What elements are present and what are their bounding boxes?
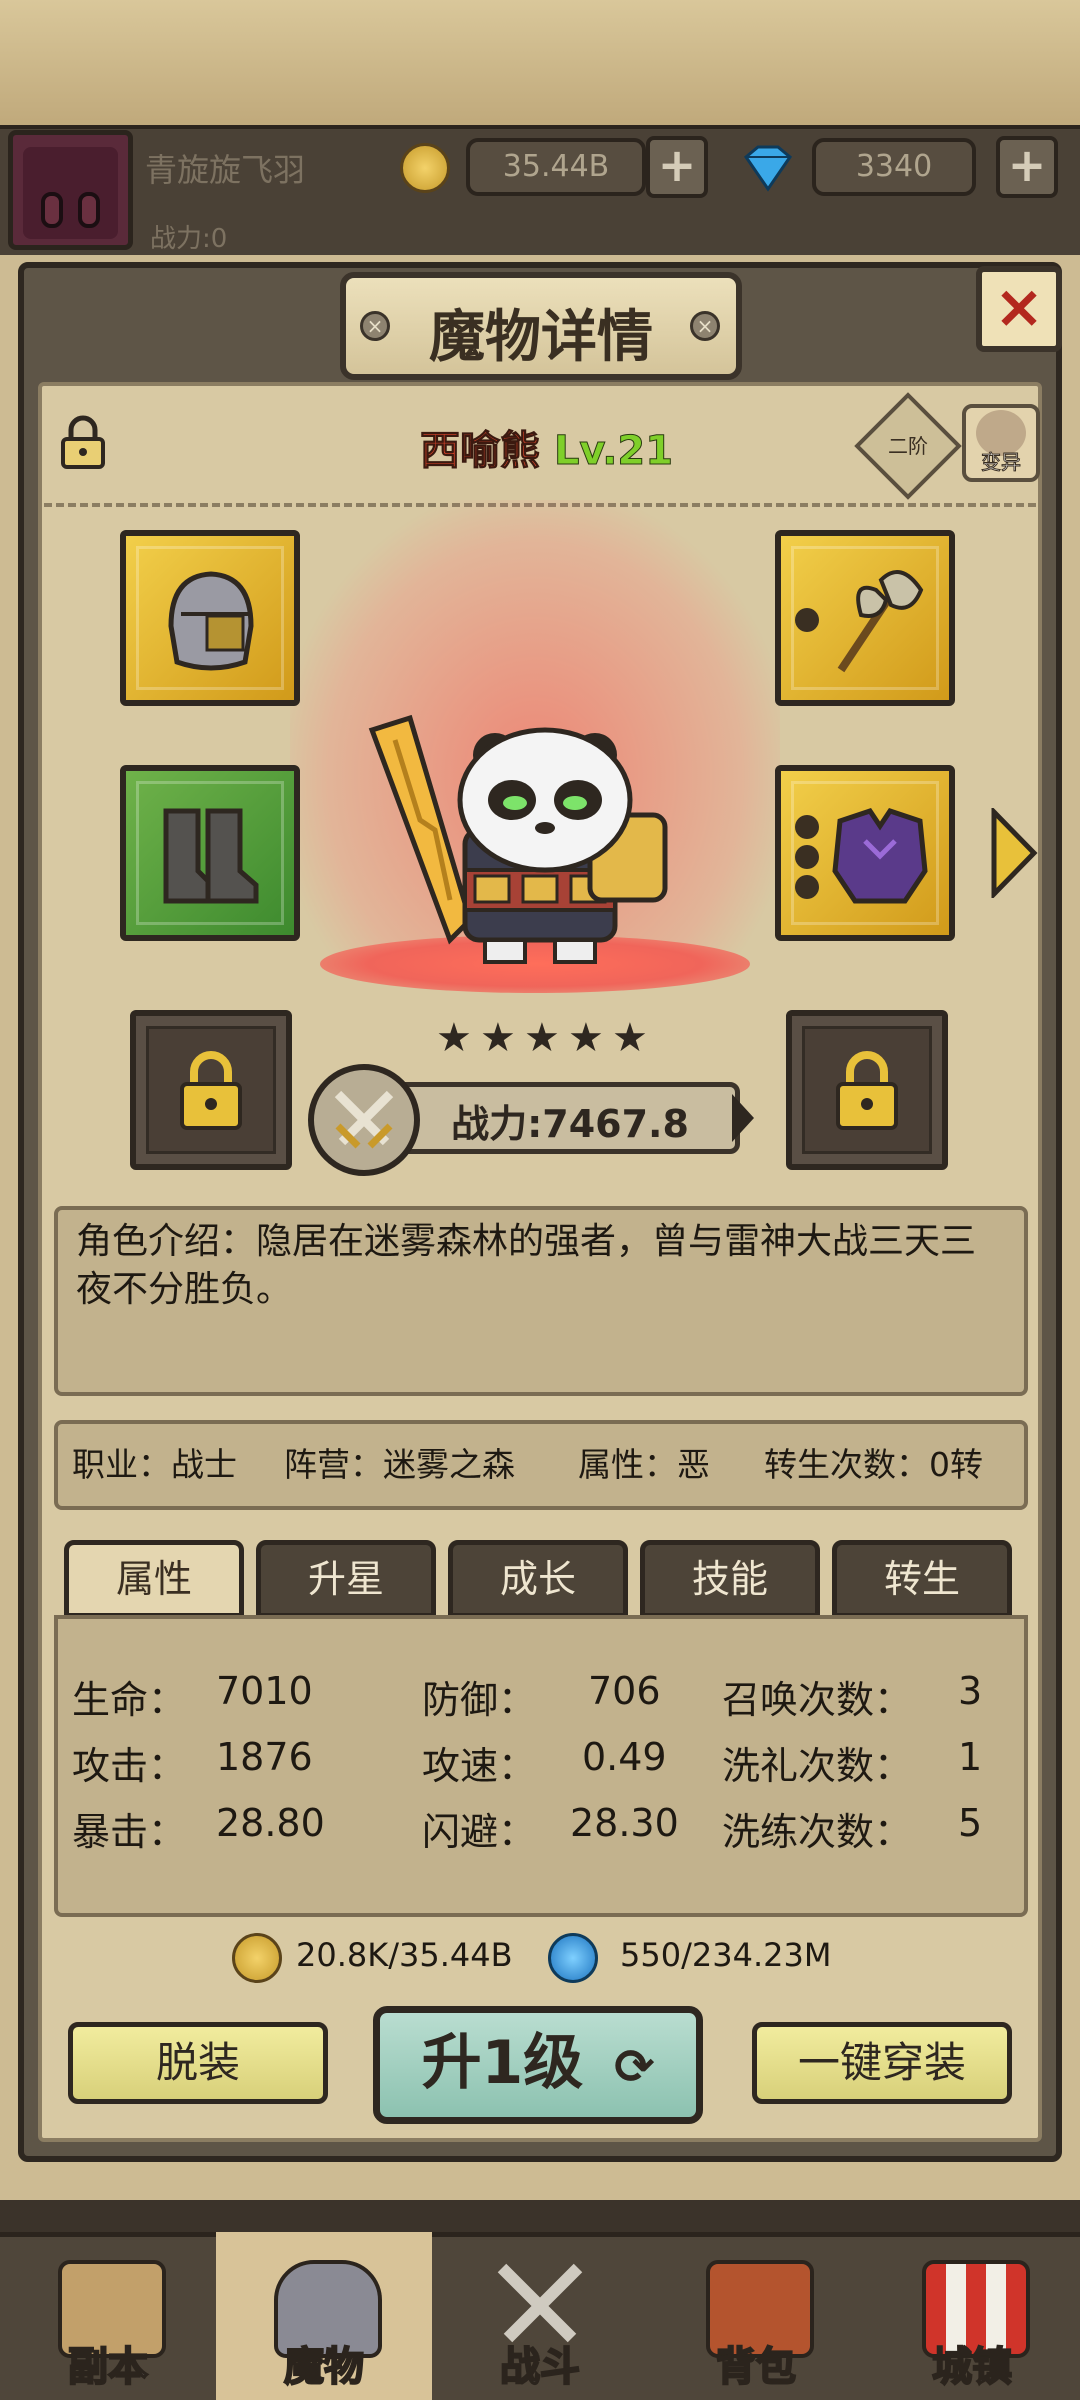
stat-value-dodge: 28.30 bbox=[570, 1801, 679, 1845]
essence-orb-icon bbox=[548, 1933, 598, 1983]
power-bar-tip bbox=[732, 1094, 754, 1142]
star-icon: ★ bbox=[524, 1015, 560, 1061]
stat-value-defense: 706 bbox=[588, 1669, 661, 1713]
equip-all-button[interactable]: 一键穿装 bbox=[752, 2022, 1012, 2104]
level-up-label: 升1级 bbox=[421, 2028, 584, 2098]
tier-label: 二阶 bbox=[888, 434, 928, 458]
avatar-eye-icon bbox=[41, 192, 63, 228]
equip-slot-boots[interactable] bbox=[120, 765, 300, 941]
unequip-button[interactable]: 脱装 bbox=[68, 2022, 328, 2104]
equip-slot-helmet[interactable] bbox=[120, 530, 300, 706]
stat-value-hp: 7010 bbox=[216, 1669, 313, 1713]
player-avatar[interactable] bbox=[8, 130, 133, 250]
stat-label: 防御： bbox=[422, 1678, 537, 1722]
mutate-label: 变异 bbox=[981, 450, 1022, 475]
star-icon: ★ bbox=[436, 1015, 472, 1061]
locked-slot-right[interactable] bbox=[786, 1010, 948, 1170]
level-up-button[interactable]: 升1级 ⟳ bbox=[373, 2006, 703, 2124]
stat-label: 攻速： bbox=[422, 1744, 537, 1788]
locked-slot-left[interactable] bbox=[130, 1010, 292, 1170]
stats-panel: 生命： 7010 防御： 706 召唤次数： 3 攻击： 1876 攻速： 0.… bbox=[54, 1615, 1028, 1917]
stat-value-baptism: 1 bbox=[958, 1735, 983, 1779]
star-icon: ★ bbox=[480, 1015, 516, 1061]
boots-icon bbox=[163, 808, 259, 904]
panda-warrior-character bbox=[360, 700, 720, 970]
gold-amount: 35.44B bbox=[466, 138, 646, 196]
crossed-swords-icon bbox=[308, 1064, 420, 1176]
monster-name: 西喻熊 bbox=[420, 428, 541, 475]
add-gem-button[interactable]: + bbox=[996, 136, 1058, 198]
tab-rebirth[interactable]: 转生 bbox=[832, 1540, 1012, 1618]
monster-name-level: 西喻熊 Lv.21 bbox=[420, 418, 674, 476]
star-icon: ★ bbox=[568, 1015, 604, 1061]
helmet-icon bbox=[168, 571, 254, 671]
equip-slot-armor[interactable] bbox=[775, 765, 955, 941]
player-name: 青旋旋飞羽 bbox=[145, 151, 306, 189]
tab-skills[interactable]: 技能 bbox=[640, 1540, 820, 1618]
nav-town[interactable]: 城镇 bbox=[864, 2232, 1080, 2400]
tab-attributes[interactable]: 属性 bbox=[64, 1540, 244, 1618]
tab-growth[interactable]: 成长 bbox=[448, 1540, 628, 1618]
gem-amount: 3340 bbox=[812, 138, 976, 196]
stat-value-attack-speed: 0.49 bbox=[582, 1735, 667, 1779]
monster-description: 角色介绍：隐居在迷雾森林的强者，曾与雷神大战三天三夜不分胜负。 bbox=[54, 1206, 1028, 1396]
equip-slot-weapon[interactable] bbox=[775, 530, 955, 706]
top-background bbox=[0, 0, 1080, 130]
stat-label: 攻击： bbox=[72, 1744, 187, 1788]
monster-level: Lv.21 bbox=[553, 428, 674, 475]
gold-coin-icon bbox=[232, 1933, 282, 1983]
gold-coin-icon bbox=[400, 143, 450, 193]
next-arrow-icon[interactable] bbox=[988, 805, 1040, 901]
close-button[interactable]: × bbox=[976, 266, 1062, 352]
gold-cost: 20.8K/35.44B bbox=[296, 1936, 513, 1974]
attribute-info: 属性：恶 bbox=[578, 1445, 710, 1484]
monster-power: 战力:7467.8 bbox=[451, 1102, 689, 1146]
panel-title: 魔物详情 bbox=[429, 305, 653, 370]
nav-backpack[interactable]: 背包 bbox=[648, 2232, 864, 2400]
stat-value-attack: 1876 bbox=[216, 1735, 313, 1779]
job-info: 职业：战士 bbox=[72, 1445, 237, 1484]
lock-icon[interactable] bbox=[58, 415, 108, 471]
stat-label: 洗礼次数： bbox=[722, 1744, 913, 1788]
stat-value-summon: 3 bbox=[958, 1669, 983, 1713]
nav-battle[interactable]: 战斗 bbox=[432, 2232, 648, 2400]
stat-label: 洗练次数： bbox=[722, 1810, 913, 1854]
tab-star-up[interactable]: 升星 bbox=[256, 1540, 436, 1618]
diamond-icon bbox=[738, 143, 798, 193]
nav-monsters[interactable]: 魔物 bbox=[216, 2232, 432, 2400]
stat-label: 暴击： bbox=[72, 1810, 187, 1854]
stat-label: 召唤次数： bbox=[722, 1678, 913, 1722]
stat-value-crit: 28.80 bbox=[216, 1801, 325, 1845]
camp-info: 阵营：迷雾之森 bbox=[284, 1445, 515, 1484]
stat-label: 闪避： bbox=[422, 1810, 537, 1854]
add-gold-button[interactable]: + bbox=[646, 136, 708, 198]
nav-dungeon[interactable]: 副本 bbox=[0, 2232, 216, 2400]
stat-label: 生命： bbox=[72, 1678, 187, 1722]
rebirth-info: 转生次数：0转 bbox=[764, 1445, 983, 1484]
stat-value-refine: 5 bbox=[958, 1801, 983, 1845]
padlock-icon bbox=[836, 1051, 898, 1130]
avatar-eye-icon bbox=[78, 192, 100, 228]
axe-icon bbox=[837, 570, 924, 673]
info-bar: 职业：战士 阵营：迷雾之森 属性：恶 转生次数：0转 bbox=[54, 1420, 1028, 1510]
chest-armor-icon bbox=[832, 808, 928, 904]
refresh-icon: ⟳ bbox=[614, 2039, 655, 2095]
star-icon: ★ bbox=[612, 1015, 648, 1061]
padlock-icon bbox=[180, 1051, 242, 1130]
essence-cost: 550/234.23M bbox=[620, 1936, 832, 1974]
player-power: 战力:0 bbox=[150, 224, 228, 254]
star-rating: ★ ★ ★ ★ ★ bbox=[436, 1018, 656, 1062]
